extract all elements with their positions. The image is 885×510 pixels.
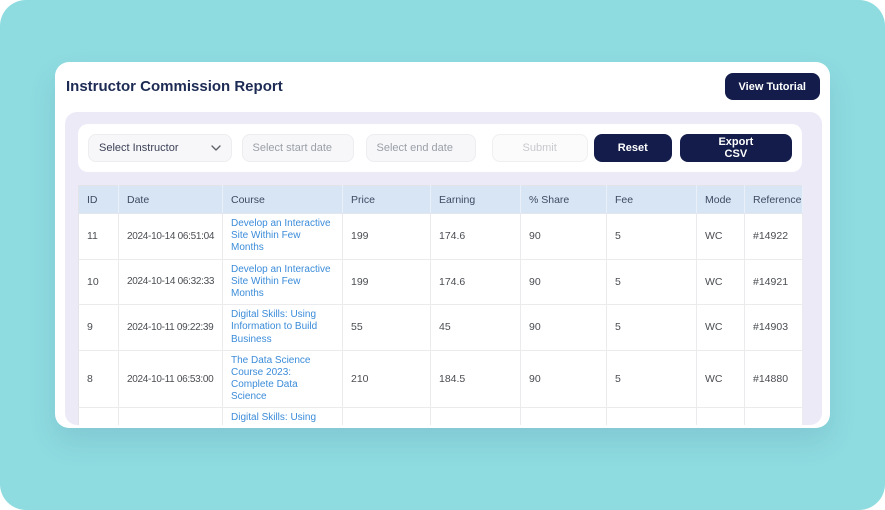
course-link[interactable]: Develop an Interactive Site Within Few M…	[231, 218, 334, 255]
instructor-select[interactable]: Select Instructor	[88, 134, 232, 162]
cell-price: 199	[343, 214, 431, 260]
cell-earning: 174.6	[431, 214, 521, 260]
cell-earning: 174.6	[431, 259, 521, 305]
instructor-select-value: Select Instructor	[99, 142, 178, 154]
cell-reference: #14922	[745, 214, 803, 260]
cell-fee: 5	[607, 259, 697, 305]
card-header: Instructor Commission Report View Tutori…	[55, 62, 830, 100]
cell-reference: #14880	[745, 350, 803, 408]
cell-share: 50	[521, 408, 607, 425]
column-header-price: Price	[343, 186, 431, 214]
course-link[interactable]: The Data Science Course 2023: Complete D…	[231, 355, 334, 404]
cell-id: 9	[79, 305, 119, 351]
cell-date: 2024-10-14 06:51:04	[119, 214, 223, 260]
cell-mode: WC	[697, 408, 745, 425]
page-title: Instructor Commission Report	[66, 78, 283, 95]
commission-report-card: Instructor Commission Report View Tutori…	[55, 62, 830, 428]
column-header-earning: Earning	[431, 186, 521, 214]
cell-share: 90	[521, 305, 607, 351]
cell-fee: 5	[607, 305, 697, 351]
cell-fee: 5	[607, 214, 697, 260]
table-header-row: ID Date Course Price Earning % Share Fee…	[79, 186, 803, 214]
column-header-reference: Reference	[745, 186, 803, 214]
cell-reference: #14921	[745, 259, 803, 305]
table-row: 11 2024-10-14 06:51:04 Develop an Intera…	[79, 214, 803, 260]
cell-price: 210	[343, 350, 431, 408]
column-header-mode: Mode	[697, 186, 745, 214]
cell-course: Digital Skills: Using Information to Bui…	[223, 305, 343, 351]
cell-date: 2024-10-14 06:32:33	[119, 259, 223, 305]
column-header-share: % Share	[521, 186, 607, 214]
cell-share: 90	[521, 350, 607, 408]
cell-date: 2024-10-11 09:22:39	[119, 305, 223, 351]
cell-earning: 17.5	[431, 408, 521, 425]
cell-earning: 45	[431, 305, 521, 351]
column-header-date: Date	[119, 186, 223, 214]
cell-mode: WC	[697, 259, 745, 305]
cell-id: 10	[79, 259, 119, 305]
report-panel: Select Instructor Submit Reset Export CS…	[65, 112, 822, 425]
table-header: ID Date Course Price Earning % Share Fee…	[79, 186, 803, 214]
cell-share: 90	[521, 214, 607, 260]
cell-earning: 184.5	[431, 350, 521, 408]
cell-course: Develop an Interactive Site Within Few M…	[223, 214, 343, 260]
chevron-down-icon	[211, 145, 221, 151]
cell-date: 2024-10-04 08:26:41	[119, 408, 223, 425]
column-header-id: ID	[79, 186, 119, 214]
table-row: 7 2024-10-04 08:26:41 Digital Skills: Us…	[79, 408, 803, 425]
cell-price: 55	[343, 305, 431, 351]
cell-share: 90	[521, 259, 607, 305]
cell-id: 8	[79, 350, 119, 408]
cell-course: The Data Science Course 2023: Complete D…	[223, 350, 343, 408]
cell-id: 11	[79, 214, 119, 260]
cell-mode: WC	[697, 350, 745, 408]
cell-course: Digital Skills: Using Information to Bui…	[223, 408, 343, 425]
cell-fee: 5	[607, 350, 697, 408]
cell-price: 55	[343, 408, 431, 425]
column-header-course: Course	[223, 186, 343, 214]
cell-id: 7	[79, 408, 119, 425]
course-link[interactable]: Digital Skills: Using Information to Bui…	[231, 309, 334, 346]
export-csv-button[interactable]: Export CSV	[680, 134, 792, 162]
cell-price: 199	[343, 259, 431, 305]
table-row: 10 2024-10-14 06:32:33 Develop an Intera…	[79, 259, 803, 305]
table-row: 8 2024-10-11 06:53:00 The Data Science C…	[79, 350, 803, 408]
page-background: Instructor Commission Report View Tutori…	[0, 0, 885, 510]
start-date-input[interactable]	[242, 134, 354, 162]
cell-reference: #14179	[745, 408, 803, 425]
cell-date: 2024-10-11 06:53:00	[119, 350, 223, 408]
table-row: 9 2024-10-11 09:22:39 Digital Skills: Us…	[79, 305, 803, 351]
filter-bar: Select Instructor Submit Reset Export CS…	[78, 124, 802, 172]
course-link[interactable]: Develop an Interactive Site Within Few M…	[231, 264, 334, 301]
table-body: 11 2024-10-14 06:51:04 Develop an Intera…	[79, 214, 803, 426]
reset-button[interactable]: Reset	[594, 134, 672, 162]
view-tutorial-button[interactable]: View Tutorial	[725, 73, 820, 100]
submit-button[interactable]: Submit	[492, 134, 588, 162]
cell-mode: WC	[697, 305, 745, 351]
cell-mode: WC	[697, 214, 745, 260]
cell-course: Develop an Interactive Site Within Few M…	[223, 259, 343, 305]
commission-table: ID Date Course Price Earning % Share Fee…	[78, 185, 803, 425]
end-date-input[interactable]	[366, 134, 476, 162]
cell-fee: 20	[607, 408, 697, 425]
cell-reference: #14903	[745, 305, 803, 351]
column-header-fee: Fee	[607, 186, 697, 214]
course-link[interactable]: Digital Skills: Using Information to Bui…	[231, 412, 334, 425]
